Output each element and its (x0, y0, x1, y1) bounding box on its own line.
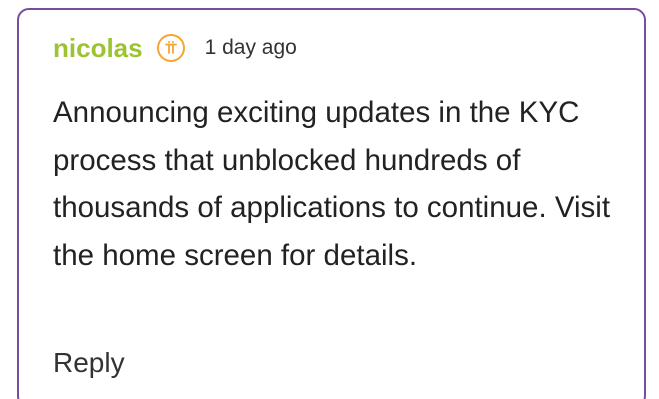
comment-body: Announcing exciting updates in the KYC p… (53, 96, 611, 272)
reply-button[interactable]: Reply (53, 343, 125, 383)
comment-card: nicolas 1 day ago Announcing exciting up… (17, 8, 646, 399)
pi-coin-icon (156, 34, 185, 62)
comment-timestamp: 1 day ago (204, 36, 297, 59)
comment-header: nicolas 1 day ago (53, 32, 297, 64)
comment-author[interactable]: nicolas (53, 32, 143, 64)
